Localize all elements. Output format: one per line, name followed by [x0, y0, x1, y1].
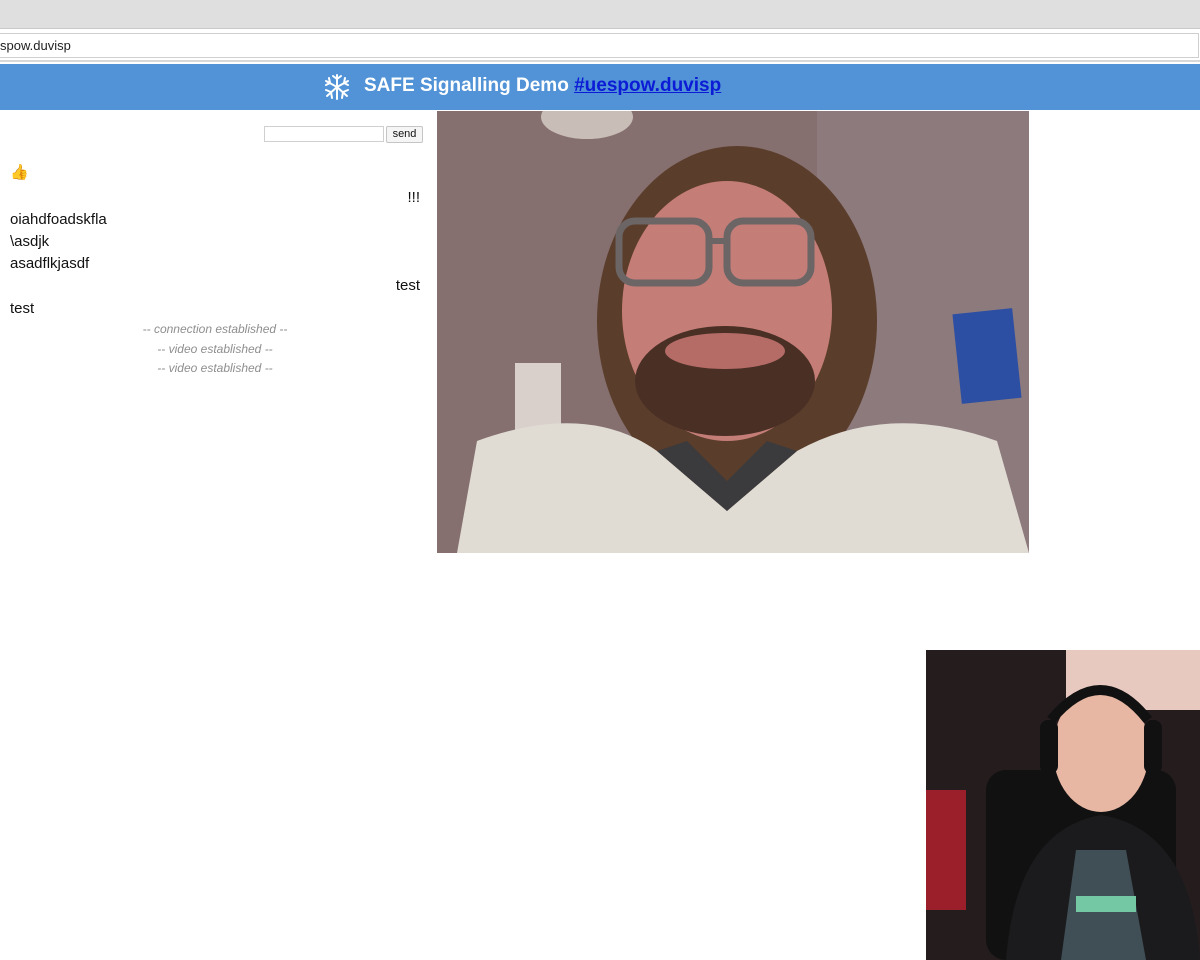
room-link[interactable]: #uespow.duvisp [574, 75, 721, 96]
app-name: SAFE Signalling Demo [364, 75, 569, 96]
safe-network-icon [325, 74, 349, 100]
browser-divider [0, 60, 1200, 62]
remote-video-feed[interactable] [437, 111, 1029, 553]
chat-message-outgoing: test [395, 277, 420, 294]
chat-message-incoming: asadflkjasdf [10, 255, 90, 272]
video-status: -- video established -- [157, 361, 273, 375]
connection-status: -- connection established -- [142, 322, 288, 336]
send-button[interactable]: send [386, 126, 423, 143]
video-status: -- video established -- [157, 342, 273, 356]
remote-video-frame [437, 111, 1029, 553]
local-video-feed[interactable] [926, 650, 1200, 960]
chat-message-incoming: oiahdfoadskfla [10, 211, 107, 228]
thumbs-up-message: 👍 [10, 164, 29, 181]
chat-message-incoming: test [10, 300, 35, 317]
chat-message-incoming: \asdjk [10, 233, 50, 250]
app-header: SAFE Signalling Demo #uespow.duvisp [0, 64, 1200, 110]
address-bar[interactable]: spow.duvisp [0, 33, 1199, 58]
page-title: SAFE Signalling Demo #uespow.duvisp [364, 75, 721, 97]
local-video-frame [926, 650, 1200, 960]
browser-toolbar [0, 0, 1200, 29]
chat-message-outgoing: !!! [407, 189, 420, 206]
chat-message-input[interactable] [264, 126, 384, 142]
